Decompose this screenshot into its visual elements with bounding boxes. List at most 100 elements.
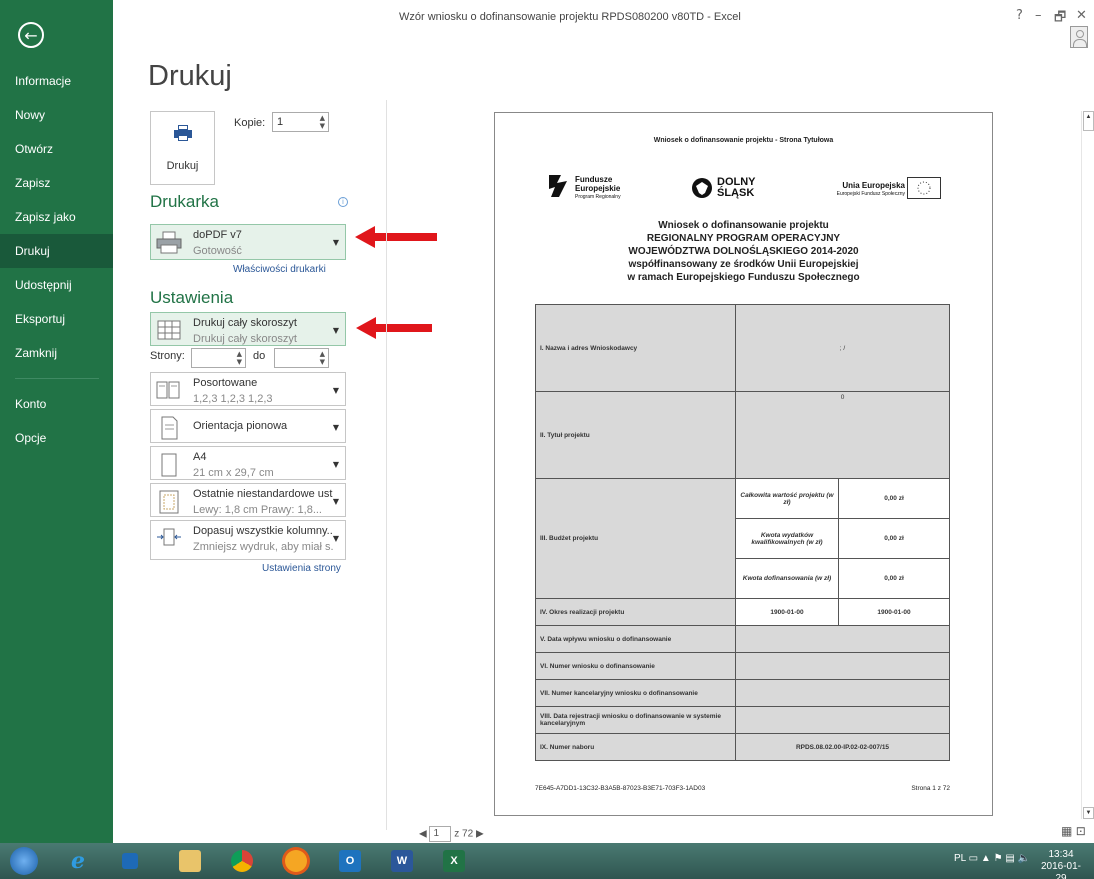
zoom-controls: ▦ ⊡ <box>1061 824 1086 838</box>
table-cell: Całkowita wartość projektu (w zł) <box>735 478 839 519</box>
margins-icon <box>159 490 179 514</box>
footer-page-number: Strona 1 z 72 <box>911 785 950 792</box>
nav-zapisz[interactable]: Zapisz <box>0 166 113 200</box>
paper-size-select[interactable]: A4 21 cm x 29,7 cm ▼ <box>150 446 346 480</box>
keyboard-icon[interactable]: ▭ <box>969 853 978 864</box>
restore-button[interactable]: 🗗 <box>1054 8 1066 30</box>
table-cell: I. Nazwa i adres Wnioskodawcy <box>535 304 736 392</box>
nav-informacje[interactable]: Informacje <box>0 64 113 98</box>
outlook-icon: O <box>339 850 361 872</box>
taskbar-outlook[interactable]: O <box>330 846 370 876</box>
collate-select[interactable]: Posortowane 1,2,3 1,2,3 1,2,3 ▼ <box>150 372 346 406</box>
flag-icon[interactable]: ⚑ <box>994 853 1003 864</box>
nav-nowy[interactable]: Nowy <box>0 98 113 132</box>
print-button-label: Drukuj <box>166 160 199 172</box>
table-cell: VI. Numer wniosku o dofinansowanie <box>535 652 736 680</box>
table-cell: IX. Numer naboru <box>535 733 736 761</box>
taskbar-chrome[interactable] <box>222 846 262 876</box>
chevron-down-icon: ▼ <box>332 386 339 395</box>
nav-drukuj[interactable]: Drukuj <box>0 234 113 268</box>
print-scope-select[interactable]: Drukuj cały skoroszyt Drukuj cały skoros… <box>150 312 346 346</box>
eu-funds-logo-icon <box>549 175 567 197</box>
printer-select[interactable]: doPDF v7 Gotowość ▼ <box>150 224 346 260</box>
nav-opcje[interactable]: Opcje <box>0 421 113 455</box>
scroll-down-icon[interactable]: ▼ <box>1083 807 1094 819</box>
print-scope-sub: Drukuj cały skoroszyt <box>193 333 297 345</box>
taskbar-word[interactable]: W <box>382 846 422 876</box>
taskbar-sun-app[interactable] <box>276 846 316 876</box>
spinner-icon[interactable]: ▲ ▼ <box>320 114 325 130</box>
clock-time: 13:34 <box>1048 849 1074 860</box>
eagle-crest-icon <box>692 178 712 198</box>
nav-separator <box>15 378 99 379</box>
chevron-down-icon: ▼ <box>332 238 339 247</box>
volume-icon[interactable]: 🔈 <box>1018 853 1030 864</box>
orientation-main: Orientacja pionowa <box>193 420 288 432</box>
nav-eksportuj[interactable]: Eksportuj <box>0 302 113 336</box>
excel-backstage: ← Informacje Nowy Otwórz Zapisz Zapisz j… <box>0 0 1094 879</box>
zoom-to-page-icon[interactable]: ⊡ <box>1076 824 1086 838</box>
taskbar-excel[interactable]: X <box>434 846 474 876</box>
user-avatar-icon[interactable] <box>1070 26 1088 48</box>
copies-value: 1 <box>277 116 284 128</box>
table-cell: ; / <box>735 304 950 392</box>
current-page-input[interactable]: 1 <box>429 826 452 842</box>
logo-dolny-slask: DOLNY ŚLĄSK <box>717 176 756 199</box>
paper-main: A4 <box>193 451 207 463</box>
show-margins-icon[interactable]: ▦ <box>1061 824 1072 838</box>
minimize-button[interactable]: – <box>1035 8 1042 23</box>
document-title: Wniosek o dofinansowanie projektu REGION… <box>627 220 860 283</box>
scroll-up-icon[interactable]: ▲ <box>1083 111 1094 131</box>
table-cell <box>735 679 950 707</box>
nav-otworz[interactable]: Otwórz <box>0 132 113 166</box>
close-button[interactable]: ✕ <box>1076 8 1087 23</box>
next-page-icon[interactable]: ▶ <box>476 829 484 840</box>
table-cell: II. Tytuł projektu <box>535 391 736 479</box>
help-button[interactable]: ? <box>1016 8 1023 23</box>
start-button[interactable] <box>4 846 44 876</box>
pages-from-input[interactable]: ▲ ▼ <box>191 348 246 368</box>
system-tray: PL ▭ ▲ ⚑ ▤ 🔈 <box>954 853 1030 864</box>
printer-properties-link[interactable]: Właściwości drukarki <box>233 264 326 275</box>
nav-udostepnij[interactable]: Udostępnij <box>0 268 113 302</box>
printer-name: doPDF v7 <box>193 229 242 241</box>
print-scope-main: Drukuj cały skoroszyt <box>193 317 297 329</box>
network-icon[interactable]: ▤ <box>1005 853 1014 864</box>
nav-konto[interactable]: Konto <box>0 387 113 421</box>
pages-to-input[interactable]: ▲ ▼ <box>274 348 329 368</box>
clock-date: 2016-01-29 <box>1040 861 1082 879</box>
pane-divider <box>386 100 387 830</box>
tray-expand-icon[interactable]: ▲ <box>981 853 991 864</box>
nav-zapisz-jako[interactable]: Zapisz jako <box>0 200 113 234</box>
red-arrow-icon <box>356 317 432 339</box>
vertical-scrollbar[interactable]: ▲ ▼ <box>1081 111 1094 819</box>
prev-page-icon[interactable]: ◀ <box>419 829 427 840</box>
table-cell <box>735 625 950 653</box>
scaling-sub: Zmniejsz wydruk, aby miał s... <box>193 541 333 553</box>
table-cell: 0,00 zł <box>838 558 950 599</box>
language-indicator[interactable]: PL <box>954 853 966 864</box>
copies-input[interactable]: 1 ▲ ▼ <box>272 112 329 132</box>
scaling-select[interactable]: Dopasuj wszystkie kolumny... Zmniejsz wy… <box>150 520 346 560</box>
fit-columns-icon <box>157 528 181 546</box>
print-button[interactable]: Drukuj <box>150 111 215 185</box>
page-setup-link[interactable]: Ustawienia strony <box>262 563 341 574</box>
logo-fundusze: Fundusze Europejskie Program Regionalny <box>575 175 621 200</box>
table-cell: RPDS.08.02.00-IP.02-02-007/15 <box>735 733 950 761</box>
title-bar: Wzór wniosku o dofinansowanie projektu R… <box>113 0 1094 30</box>
taskbar-ie[interactable]: e <box>58 846 98 876</box>
orientation-select[interactable]: Orientacja pionowa ▼ <box>150 409 346 443</box>
nav-zamknij[interactable]: Zamknij <box>0 336 113 370</box>
scaling-main: Dopasuj wszystkie kolumny... <box>193 525 333 537</box>
margins-select[interactable]: Ostatnie niestandardowe ust... Lewy: 1,8… <box>150 483 346 517</box>
chevron-down-icon: ▼ <box>332 423 339 432</box>
info-icon[interactable]: i <box>338 197 348 207</box>
back-arrow-icon[interactable]: ← <box>18 22 44 48</box>
sun-icon <box>285 850 307 872</box>
table-cell: 1900-01-00 <box>735 598 839 626</box>
table-cell: III. Budżet projektu <box>535 478 736 599</box>
pages-to-label: do <box>253 350 266 362</box>
taskbar-app[interactable] <box>110 846 150 876</box>
taskbar-explorer[interactable] <box>170 846 210 876</box>
windows-logo-icon <box>10 847 38 875</box>
